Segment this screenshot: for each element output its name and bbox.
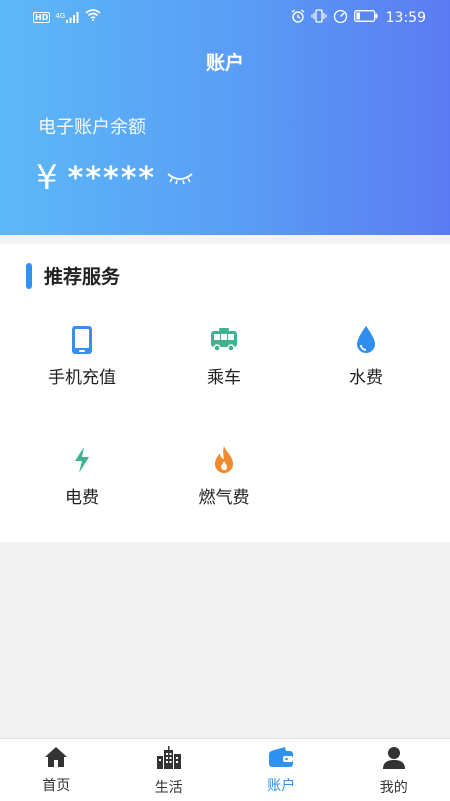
vibrate-icon (311, 9, 327, 27)
service-label: 水费 (349, 363, 383, 388)
tab-mine[interactable]: 我的 (338, 739, 450, 801)
section-accent-bar (26, 263, 32, 289)
bottom-tab-bar: 首页 生活 账户 我的 (0, 738, 450, 801)
service-electricity-bill[interactable]: 电费 (7, 445, 157, 525)
tab-label: 首页 (42, 775, 70, 795)
hd-badge: HD (33, 12, 50, 23)
service-label: 电费 (65, 483, 99, 508)
page-title: 账户 (0, 48, 450, 75)
balance-row: ¥ ***** (36, 158, 194, 198)
alarm-icon (291, 9, 305, 27)
clock: 13:59 (386, 10, 426, 26)
home-icon (44, 746, 68, 772)
service-label: 燃气费 (199, 483, 250, 508)
tab-life[interactable]: 生活 (113, 739, 226, 801)
status-bar: HD 4G 13:59 (0, 0, 450, 34)
signal-icon: 4G (55, 12, 80, 23)
flame-icon (213, 445, 235, 475)
lightning-icon (72, 445, 92, 475)
tab-home[interactable]: 首页 (0, 739, 113, 801)
account-header: HD 4G 13:59 账户 电子账户余额 (0, 0, 450, 235)
service-phone-recharge[interactable]: 手机充值 (7, 325, 157, 405)
section-title: 推荐服务 (44, 262, 120, 289)
wifi-icon (85, 9, 101, 25)
masked-balance: ***** (68, 161, 156, 196)
battery-icon (354, 10, 378, 26)
tab-label: 我的 (380, 777, 408, 797)
service-label: 手机充值 (48, 363, 116, 388)
bus-icon (210, 325, 238, 355)
speed-gauge-icon (333, 9, 348, 27)
tab-label: 账户 (267, 775, 295, 795)
section-header: 推荐服务 (26, 262, 120, 289)
water-drop-icon (355, 325, 377, 355)
city-icon (156, 746, 182, 774)
service-label: 乘车 (207, 363, 241, 388)
eye-closed-icon[interactable] (166, 171, 194, 185)
phone-icon (71, 325, 93, 355)
service-bus-ride[interactable]: 乘车 (149, 325, 299, 405)
balance-label: 电子账户余额 (38, 113, 146, 139)
signal-type-label: 4G (55, 12, 65, 20)
wallet-icon (268, 746, 294, 772)
service-gas-bill[interactable]: 燃气费 (149, 445, 299, 525)
tab-label: 生活 (155, 777, 183, 797)
tab-account[interactable]: 账户 (225, 739, 338, 801)
user-icon (382, 746, 406, 774)
service-water-bill[interactable]: 水费 (291, 325, 441, 405)
currency-symbol: ¥ (36, 158, 58, 198)
